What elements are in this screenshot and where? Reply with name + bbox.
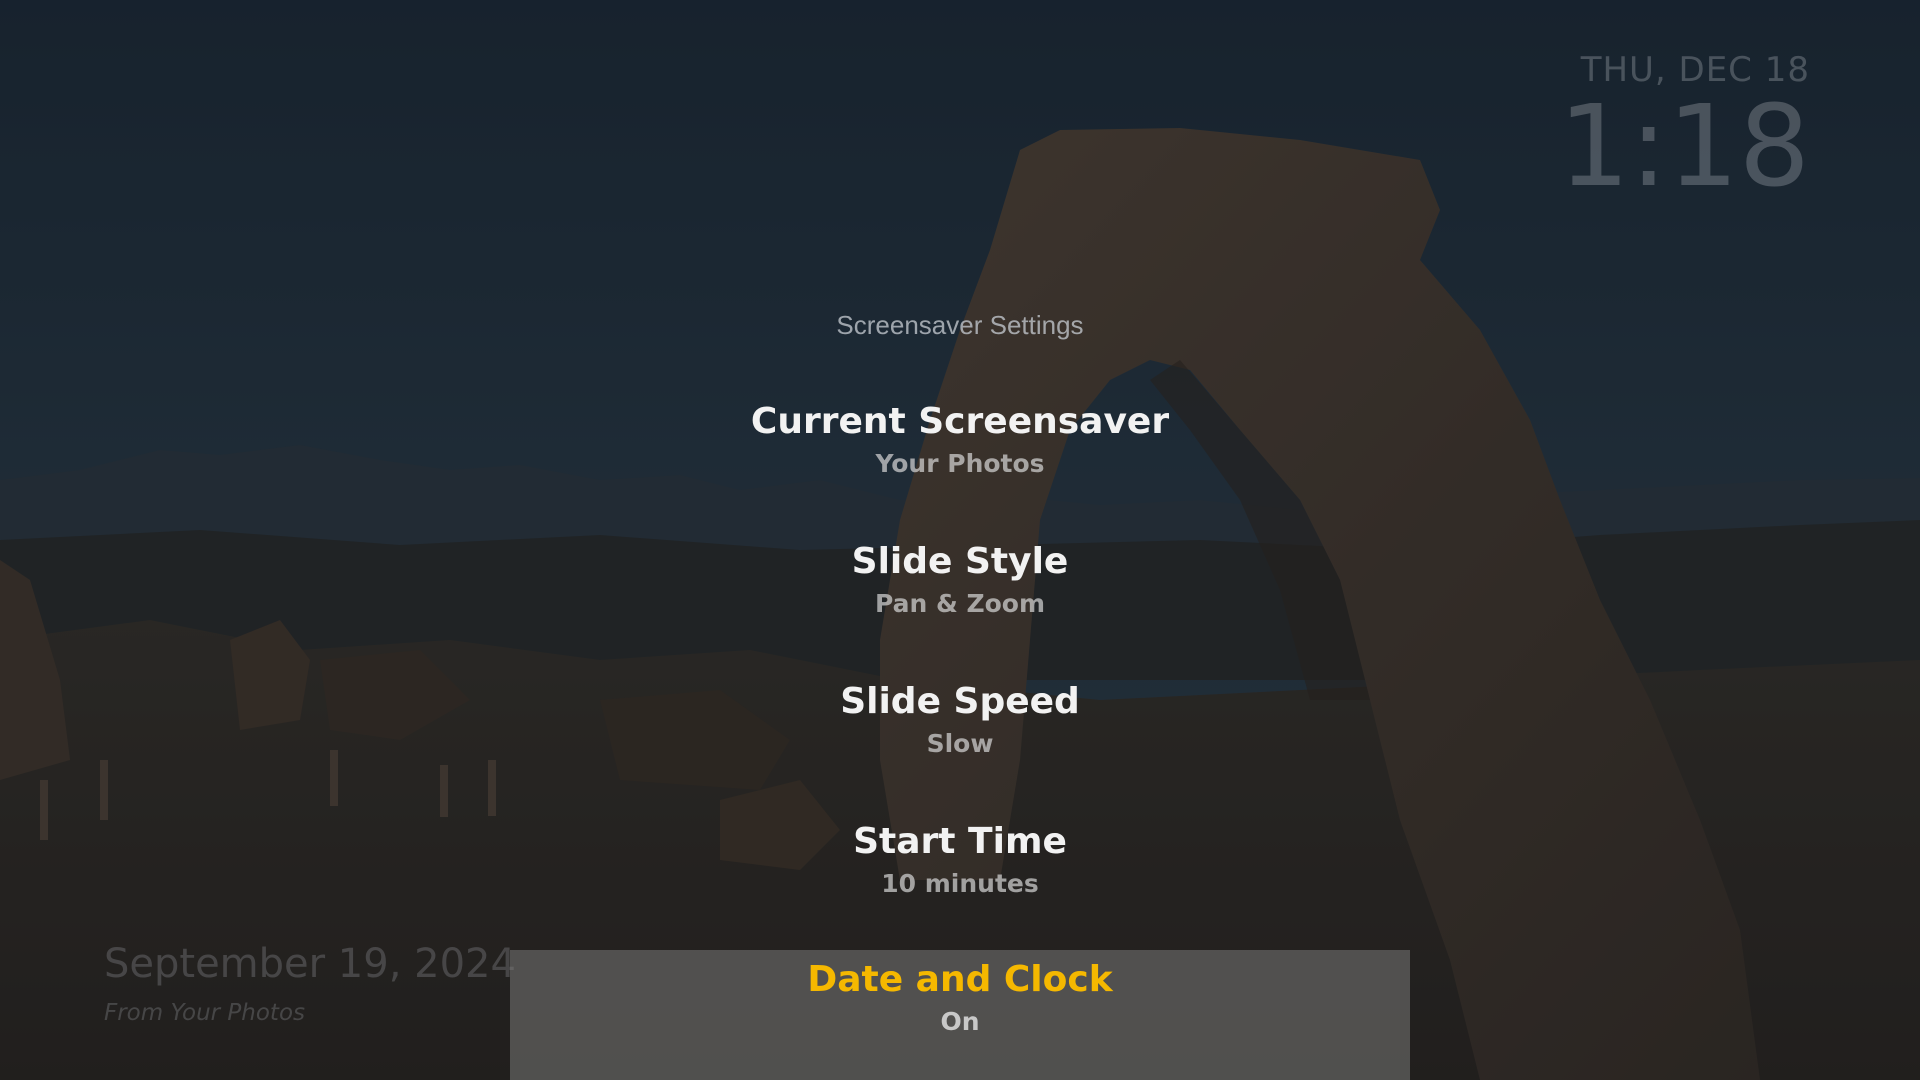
- screensaver-settings-menu: Screensaver Settings Current Screensaver…: [510, 300, 1410, 1080]
- menu-item-label: Slide Style: [851, 541, 1069, 582]
- menu-item-start-time[interactable]: Start Time 10 minutes: [510, 812, 1410, 952]
- menu-item-value: On: [940, 1007, 980, 1036]
- clock-time: 1:18: [1558, 82, 1810, 212]
- menu-item-value: Your Photos: [875, 449, 1045, 478]
- menu-item-label: Slide Speed: [840, 681, 1080, 722]
- menu-item-slide-speed[interactable]: Slide Speed Slow: [510, 672, 1410, 812]
- menu-item-value: Pan & Zoom: [874, 589, 1046, 618]
- menu-item-slide-style[interactable]: Slide Style Pan & Zoom: [510, 532, 1410, 672]
- menu-item-value: 10 minutes: [881, 869, 1039, 898]
- menu-item-label: Current Screensaver: [750, 401, 1170, 442]
- menu-item-label: Date and Clock: [807, 959, 1113, 1000]
- photo-date: September 19, 2024: [104, 941, 516, 987]
- menu-item-date-and-clock[interactable]: Date and Clock On: [510, 950, 1410, 1080]
- clock-widget: THU, DEC 18 1:18: [1558, 50, 1810, 212]
- menu-item-label: Start Time: [853, 821, 1067, 862]
- settings-list: Current Screensaver Your Photos Slide St…: [510, 392, 1410, 1080]
- photo-info: September 19, 2024 From Your Photos: [104, 940, 516, 1026]
- photo-source: From Your Photos: [104, 1000, 306, 1026]
- settings-title: Screensaver Settings: [836, 310, 1084, 340]
- screensaver-settings-screen: THU, DEC 18 1:18 September 19, 2024 From…: [0, 0, 1920, 1080]
- menu-item-value: Slow: [926, 729, 994, 758]
- menu-item-current-screensaver[interactable]: Current Screensaver Your Photos: [510, 392, 1410, 532]
